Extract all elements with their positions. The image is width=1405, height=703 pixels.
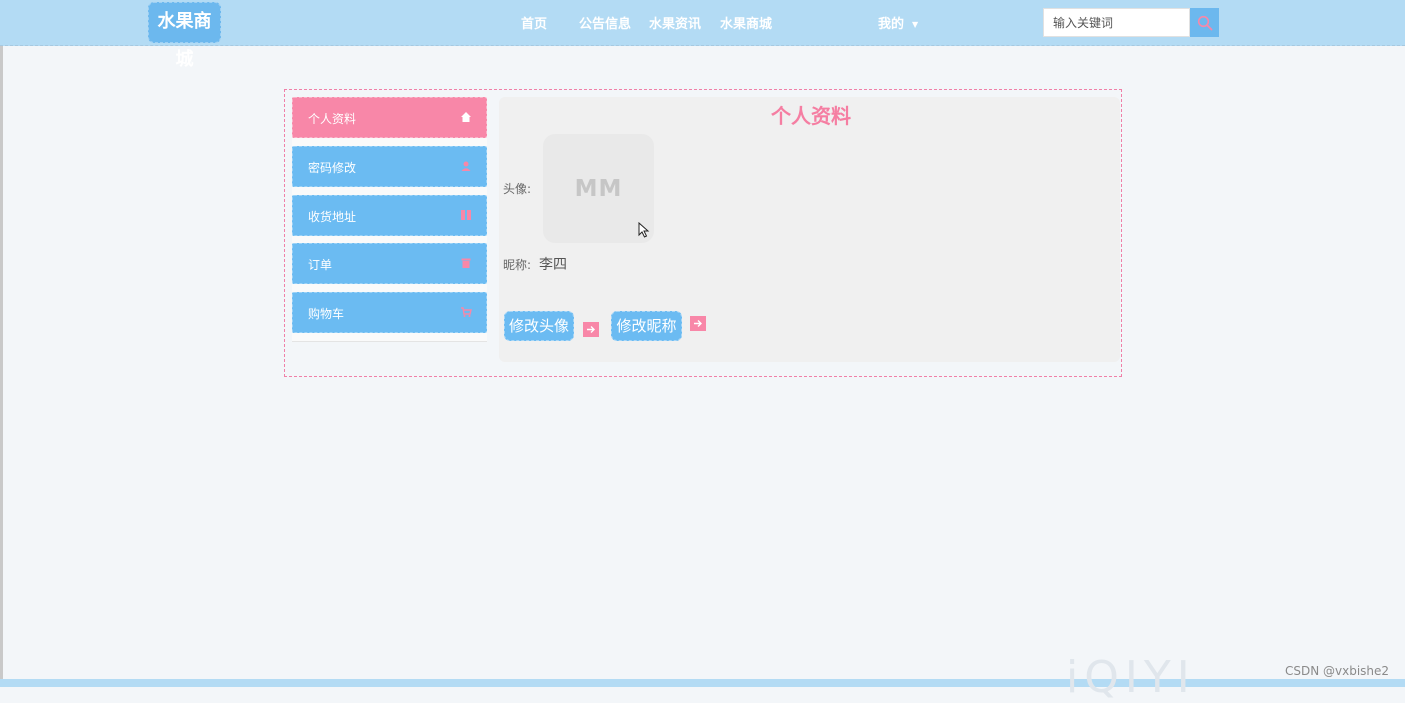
search-icon <box>1197 15 1212 30</box>
avatar-placeholder-text: MM <box>574 175 623 202</box>
user-icon <box>461 161 471 171</box>
sidebar-item-cart[interactable]: 购物车 <box>292 292 487 333</box>
arrow-right-icon <box>587 326 595 333</box>
search-input[interactable] <box>1043 8 1190 37</box>
sidebar-item-orders[interactable]: 订单 <box>292 243 487 284</box>
window-edge <box>0 0 3 687</box>
nav-mine-dropdown[interactable]: 我的 ▼ <box>878 13 918 32</box>
nav-shop[interactable]: 水果商城 <box>720 13 772 32</box>
sidebar-item-address[interactable]: 收货地址 <box>292 195 487 236</box>
nav-announcements[interactable]: 公告信息 <box>579 13 631 32</box>
csdn-watermark: CSDN @vxbishe2 <box>1285 664 1390 678</box>
page-title: 个人资料 <box>771 104 851 128</box>
trash-icon <box>461 258 471 268</box>
caret-down-icon: ▼ <box>912 20 919 29</box>
video-watermark: iQIYI <box>1066 652 1196 703</box>
cart-icon <box>461 307 472 317</box>
sidebar-item-profile[interactable]: 个人资料 <box>292 97 487 138</box>
columns-icon <box>461 210 471 220</box>
change-nickname-button[interactable]: 修改昵称 <box>611 311 682 341</box>
change-nickname-arrow[interactable] <box>690 316 706 331</box>
sidebar-item-label: 购物车 <box>308 307 345 321</box>
sidebar-item-password[interactable]: 密码修改 <box>292 146 487 187</box>
nav-home[interactable]: 首页 <box>521 13 547 32</box>
change-avatar-arrow[interactable] <box>583 322 599 337</box>
change-avatar-button[interactable]: 修改头像 <box>504 311 574 341</box>
arrow-right-icon <box>694 320 702 327</box>
top-navbar: 水果商城 首页 公告信息 水果资讯 水果商城 我的 ▼ <box>0 0 1405 70</box>
nav-mine-label: 我的 <box>878 17 905 32</box>
mouse-cursor-icon <box>638 222 650 238</box>
sidebar-item-label: 收货地址 <box>308 210 357 224</box>
sidebar-item-label: 订单 <box>308 258 333 272</box>
nickname-label: 昵称: <box>503 258 532 272</box>
nickname-value: 李四 <box>539 257 567 273</box>
sidebar-item-label: 个人资料 <box>308 112 357 126</box>
avatar-label: 头像: <box>503 182 532 196</box>
home-icon <box>461 112 471 122</box>
search-button[interactable] <box>1190 8 1219 37</box>
nav-news[interactable]: 水果资讯 <box>649 13 701 32</box>
sidebar-item-label: 密码修改 <box>308 161 357 175</box>
site-logo[interactable]: 水果商城 <box>148 2 221 70</box>
